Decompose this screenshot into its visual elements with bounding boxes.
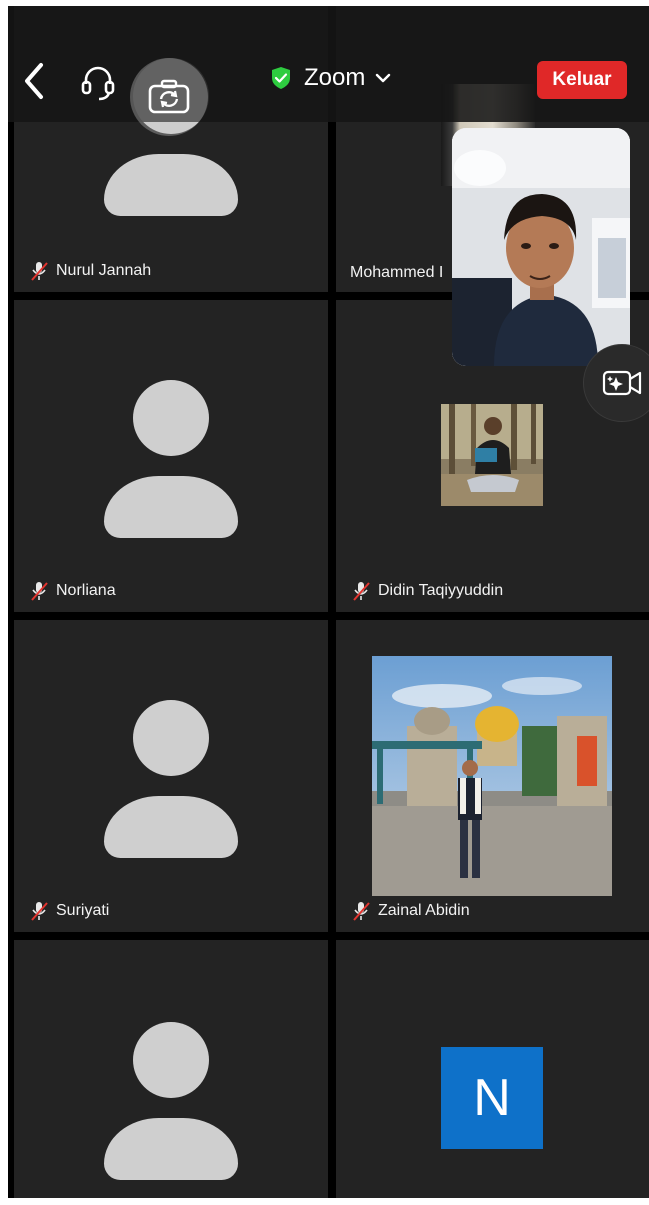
participant-name: Zainal Abidin [378,902,470,919]
participant-name: Suriyati [56,902,110,919]
mic-off-icon [353,902,370,921]
meeting-top-bar: Zoom Keluar [8,6,649,136]
mic-off-icon [31,262,48,281]
participant-name: Norliana [56,582,116,599]
participant-tile-norliana[interactable]: Norliana [14,300,328,612]
participant-name-tag: Norliana [28,580,116,602]
video-effects-icon [602,370,642,396]
participant-profile-photo [441,404,543,506]
avatar-placeholder-body [104,1118,238,1180]
shield-check-icon [272,67,290,89]
participant-name: Didin Taqiyyuddin [378,582,504,599]
avatar-placeholder-body [104,796,238,858]
chevron-down-icon [376,73,391,83]
chevron-left-icon [25,63,43,99]
camera-switch-icon [148,79,190,114]
back-button[interactable] [14,56,54,106]
self-video-feed [452,128,630,366]
leave-meeting-button[interactable]: Keluar [537,61,627,99]
participant-name: Nurul Jannah [56,262,152,279]
participant-name-tag: Mohammed I [350,264,443,282]
participant-profile-photo [372,656,612,896]
audio-button[interactable] [74,58,122,106]
avatar-placeholder-body [104,154,238,216]
avatar-placeholder-head [133,700,209,776]
participant-tile-suriyati[interactable]: Suriyati [14,620,328,932]
participant-tile-unnamed[interactable] [14,940,328,1198]
mic-off-icon [31,902,48,921]
participant-name-tag: Suriyati [28,900,109,922]
headset-icon [81,66,115,101]
participant-tile-zainal-abidin[interactable]: Zainal Abidin [336,620,649,932]
avatar-placeholder-body [104,476,238,538]
meeting-title: Zoom [304,64,366,91]
mic-off-icon [31,582,48,601]
avatar-placeholder-head [133,380,209,456]
avatar-placeholder-head [133,1022,209,1098]
meeting-title-dropdown[interactable]: Zoom [270,64,391,92]
self-video-preview[interactable] [452,128,630,366]
participant-name-tag: Didin Taqiyyuddin [350,580,503,602]
mic-off-icon [353,582,370,601]
participant-name-tag: Nurul Jannah [28,260,151,282]
participant-name: Mohammed I [350,264,444,281]
avatar-initial: N [441,1047,543,1149]
switch-camera-button[interactable] [130,58,208,136]
meeting-gallery: Nurul Jannah Mohammed I Norliana Didin T… [8,6,649,1198]
participant-name-tag: Zainal Abidin [350,900,470,922]
